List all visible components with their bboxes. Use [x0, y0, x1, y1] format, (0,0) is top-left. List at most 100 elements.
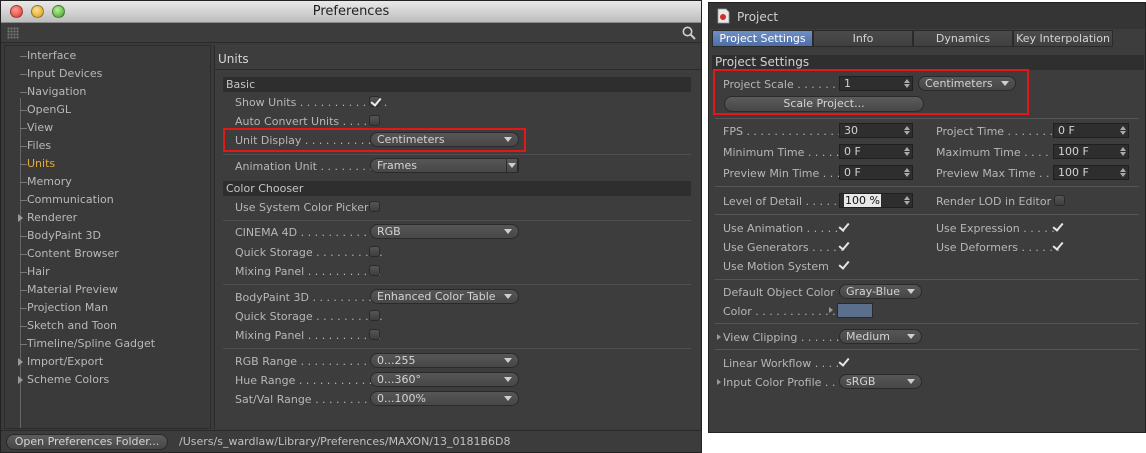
animation-unit-label: Animation Unit . . . . . . . . .: [235, 160, 380, 173]
mixing-panel-label: Mixing Panel . . . . . . . . . . .: [235, 265, 382, 278]
level-of-detail-label: Level of Detail . . . . . .: [723, 195, 844, 208]
preview-min-time-input[interactable]: 0 F: [839, 165, 913, 180]
zoom-window-button[interactable]: [52, 5, 65, 18]
search-icon[interactable]: [681, 25, 697, 41]
tree-item-sketch-and-toon[interactable]: Sketch and Toon: [5, 317, 210, 335]
tab-dynamics[interactable]: Dynamics: [913, 30, 1013, 47]
spinner-arrows-icon: [904, 196, 910, 205]
tree-item-files[interactable]: Files: [5, 137, 210, 155]
tree-item-scheme-colors[interactable]: Scheme Colors: [5, 371, 210, 389]
tree-item-import-export[interactable]: Import/Export: [5, 353, 210, 371]
expand-arrow-icon[interactable]: [717, 379, 721, 385]
chevron-down-icon: [504, 377, 512, 382]
quick-storage-checkbox-2[interactable]: [369, 310, 380, 321]
color-swatch[interactable]: [837, 303, 873, 318]
mixing-panel-checkbox[interactable]: [369, 265, 380, 276]
rgb-range-dropdown[interactable]: 0...255: [370, 353, 519, 368]
cinema4d-color-dropdown[interactable]: RGB: [370, 224, 519, 239]
tree-item-interface[interactable]: Interface: [5, 47, 210, 65]
default-object-color-dropdown[interactable]: Gray-Blue: [839, 284, 922, 299]
tab-info[interactable]: Info: [813, 30, 913, 47]
tree-item-communication[interactable]: Communication: [5, 191, 210, 209]
maximum-time-label: Maximum Time . . . . .: [936, 146, 1056, 159]
tree-item-renderer[interactable]: Renderer: [5, 209, 210, 227]
expand-arrow-icon[interactable]: [18, 376, 23, 384]
view-clipping-dropdown[interactable]: Medium: [839, 329, 922, 344]
linear-workflow-checkbox[interactable]: [838, 357, 849, 368]
animation-unit-dropdown[interactable]: Frames: [370, 158, 519, 173]
preview-max-time-input[interactable]: 100 F: [1053, 165, 1129, 180]
expand-arrow-icon[interactable]: [18, 214, 23, 222]
preview-max-time-label: Preview Max Time . . .: [936, 167, 1057, 180]
mixing-panel-checkbox-2[interactable]: [369, 329, 380, 340]
tree-item-material-preview[interactable]: Material Preview: [5, 281, 210, 299]
use-animation-checkbox[interactable]: [838, 222, 849, 233]
tree-item-units[interactable]: Units: [5, 155, 210, 173]
spinner-arrows-icon: [1120, 168, 1126, 177]
show-units-checkbox[interactable]: [369, 96, 380, 107]
spinner-arrows-icon: [904, 126, 910, 135]
use-deformers-checkbox[interactable]: [1052, 241, 1063, 252]
hue-range-dropdown[interactable]: 0...360°: [370, 372, 519, 387]
render-lod-checkbox[interactable]: [1054, 195, 1065, 206]
project-window: Project Project Settings Info Dynamics K…: [708, 2, 1146, 433]
expand-arrow-icon[interactable]: [18, 358, 23, 366]
tree-item-input-devices[interactable]: Input Devices: [5, 65, 210, 83]
window-title: Preferences: [312, 4, 390, 19]
use-deformers-label: Use Deformers . . . . . .: [936, 241, 1060, 254]
project-tabs: Project Settings Info Dynamics Key Inter…: [712, 30, 1144, 47]
tree-item-opengl[interactable]: OpenGL: [5, 101, 210, 119]
default-object-color-label: Default Object Color: [723, 286, 835, 299]
open-preferences-folder-button[interactable]: Open Preferences Folder...: [6, 434, 168, 450]
maximum-time-input[interactable]: 100 F: [1053, 144, 1129, 159]
use-generators-checkbox[interactable]: [838, 241, 849, 252]
tree-item-timeline-spline[interactable]: Timeline/Spline Gadget: [5, 335, 210, 353]
show-units-label: Show Units . . . . . . . . . . . . .: [235, 96, 388, 109]
chevron-down-icon: [504, 358, 512, 363]
tab-project-settings[interactable]: Project Settings: [712, 30, 813, 47]
divider: [223, 220, 691, 221]
use-motion-system-checkbox[interactable]: [838, 260, 849, 271]
tree-item-hair[interactable]: Hair: [5, 263, 210, 281]
expand-arrow-icon[interactable]: [717, 334, 721, 340]
use-generators-label: Use Generators . . . . .: [723, 241, 844, 254]
system-picker-checkbox[interactable]: [369, 201, 380, 212]
hue-range-label: Hue Range . . . . . . . . . . . .: [235, 374, 380, 387]
divider: [715, 186, 1139, 187]
auto-convert-checkbox[interactable]: [369, 115, 380, 126]
preferences-toolbar: [1, 23, 701, 43]
divider: [715, 349, 1139, 350]
tree-item-navigation[interactable]: Navigation: [5, 83, 210, 101]
tab-key-interpolation[interactable]: Key Interpolation: [1013, 30, 1113, 47]
use-expression-checkbox[interactable]: [1052, 222, 1063, 233]
level-of-detail-input[interactable]: 100 %: [839, 193, 913, 208]
bodypaint-color-dropdown[interactable]: Enhanced Color Table: [370, 289, 519, 304]
color-label: Color . . . . . . . . . . . .: [723, 305, 836, 318]
quick-storage-checkbox[interactable]: [369, 246, 380, 257]
cinema4d-label: CINEMA 4D . . . . . . . . . . . .: [235, 226, 382, 239]
use-animation-label: Use Animation . . . . . .: [723, 222, 846, 235]
minimum-time-input[interactable]: 0 F: [839, 144, 913, 159]
grip-icon[interactable]: [7, 27, 19, 39]
satval-range-dropdown[interactable]: 0...100%: [370, 391, 519, 406]
close-window-button[interactable]: [10, 5, 23, 18]
quick-storage-label-2: Quick Storage . . . . . . . . . .: [235, 310, 383, 323]
mixing-panel-label-2: Mixing Panel . . . . . . . . . . .: [235, 329, 382, 342]
fps-label: FPS . . . . . . . . . . . . . . . .: [723, 125, 855, 138]
highlight-box: [713, 69, 1029, 115]
input-color-profile-dropdown[interactable]: sRGB: [839, 374, 922, 389]
fps-input[interactable]: 30: [839, 123, 913, 138]
chevron-down-icon: [504, 396, 512, 401]
minimum-time-label: Minimum Time . . . . .: [723, 146, 840, 159]
window-title: Project: [737, 10, 779, 24]
project-time-input[interactable]: 0 F: [1053, 123, 1129, 138]
tree-item-projection-man[interactable]: Projection Man: [5, 299, 210, 317]
tree-item-view[interactable]: View: [5, 119, 210, 137]
project-time-label: Project Time . . . . . . .: [936, 125, 1054, 138]
tree-item-content-browser[interactable]: Content Browser: [5, 245, 210, 263]
minimize-window-button[interactable]: [31, 5, 44, 18]
expand-arrow-icon[interactable]: [829, 307, 833, 313]
highlight-box: [223, 128, 526, 152]
tree-item-memory[interactable]: Memory: [5, 173, 210, 191]
tree-item-bodypaint[interactable]: BodyPaint 3D: [5, 227, 210, 245]
